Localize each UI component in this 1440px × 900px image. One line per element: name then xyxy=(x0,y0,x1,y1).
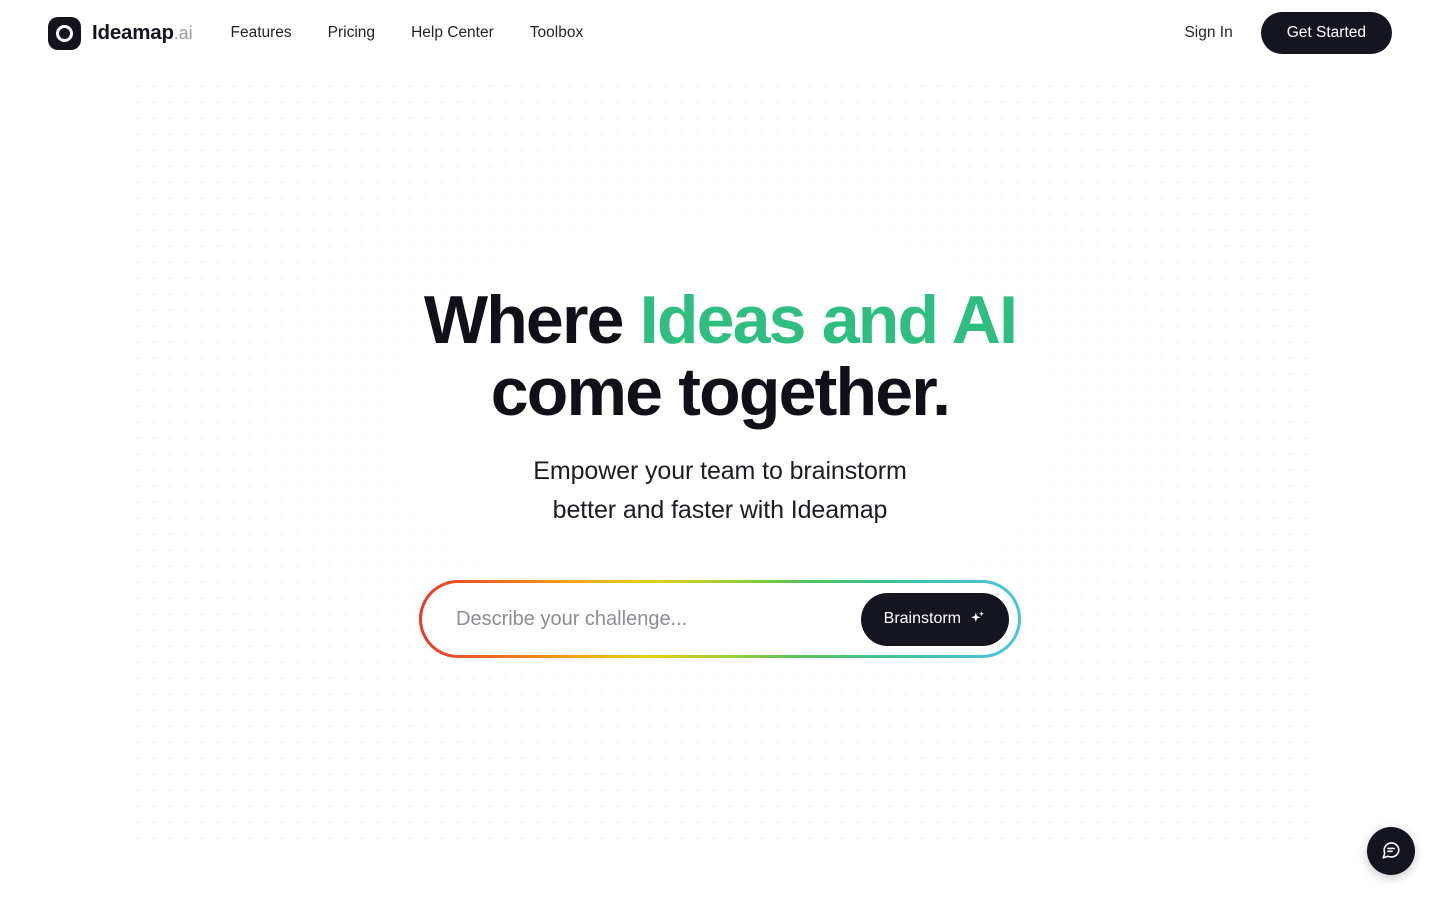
challenge-input[interactable] xyxy=(456,607,861,631)
chat-bubble-icon xyxy=(1380,839,1402,864)
headline-accent-text: Ideas and AI xyxy=(639,282,1018,358)
brainstorm-button[interactable]: Brainstorm xyxy=(860,592,1009,646)
sign-in-link[interactable]: Sign In xyxy=(1184,25,1232,41)
brand-name-text: Ideamap xyxy=(92,20,174,44)
get-started-button[interactable]: Get Started xyxy=(1260,12,1392,54)
prompt-gradient-border: Brainstorm xyxy=(419,580,1021,659)
headline-text-part1: Where xyxy=(423,282,640,358)
nav-item-toolbox[interactable]: Toolbox xyxy=(530,25,583,41)
hero-section: Where Ideas and AI come together. Empowe… xyxy=(0,66,1440,659)
ring-logo-icon xyxy=(48,16,81,50)
brand-wordmark: Ideamap.ai xyxy=(92,20,193,44)
headline-text-part2: come together. xyxy=(490,354,951,431)
prompt-bar: Brainstorm xyxy=(422,583,1018,656)
hero-subtitle: Empower your team to brainstorm better a… xyxy=(533,452,907,530)
top-navigation-bar: Ideamap.ai Features Pricing Help Center … xyxy=(0,0,1440,66)
nav-item-pricing[interactable]: Pricing xyxy=(328,25,375,41)
hero-subtitle-line1: Empower your team to brainstorm xyxy=(533,457,907,486)
brainstorm-button-label: Brainstorm xyxy=(883,610,961,628)
brand-logo-link[interactable]: Ideamap.ai xyxy=(48,16,193,50)
hero-subtitle-line2: better and faster with Ideamap xyxy=(552,496,888,525)
primary-nav-links: Features Pricing Help Center Toolbox xyxy=(231,25,584,41)
page-title: Where Ideas and AI come together. xyxy=(423,282,1018,431)
nav-item-features[interactable]: Features xyxy=(231,25,292,41)
brand-tld-text: .ai xyxy=(173,22,193,43)
sparkle-icon xyxy=(969,609,986,630)
nav-item-help-center[interactable]: Help Center xyxy=(411,25,494,41)
nav-actions: Sign In Get Started xyxy=(1184,12,1392,54)
chat-widget-button[interactable] xyxy=(1367,827,1415,875)
